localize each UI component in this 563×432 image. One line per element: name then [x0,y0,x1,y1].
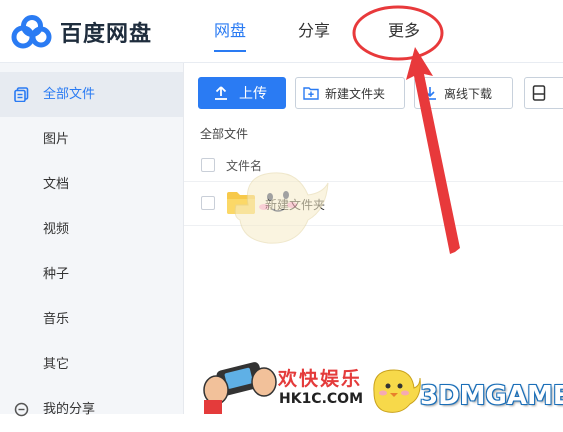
upload-button[interactable]: 上传 [198,77,286,109]
file-name[interactable]: 新建文件夹 [265,196,325,213]
share-icon [14,402,29,417]
upload-icon [215,86,227,100]
file-panel: 上传 新建文件夹 离线下载 全部文件 文件名 新建文件夹 [184,63,563,414]
device-icon [532,85,546,101]
new-folder-button[interactable]: 新建文件夹 [295,77,405,109]
more-tools-button[interactable] [524,77,563,109]
sidebar-item-label: 种子 [43,267,70,282]
watermark-brand: 3DMGAME [420,381,563,411]
table-row[interactable]: 新建文件夹 [184,182,563,226]
main-nav: 网盘 分享 更多 [200,0,434,62]
folder-icon [227,192,255,214]
sidebar-item-torrents[interactable]: 种子 [0,252,183,297]
download-icon [424,87,436,100]
sidebar-item-label: 全部文件 [43,87,96,102]
app-name: 百度网盘 [60,22,153,47]
top-header: 百度网盘 网盘 分享 更多 [0,0,563,63]
app-logo[interactable]: 百度网盘 [10,15,152,49]
new-folder-icon [303,87,319,100]
select-all-checkbox[interactable] [201,158,215,172]
baidu-netdisk-logo-icon [11,15,52,49]
sidebar: 全部文件 图片 文档 视频 种子 音乐 其它 我的分享 [0,63,184,417]
watermark-site-url: HK1C.COM [279,391,364,407]
tab-more[interactable]: 更多 [374,0,434,62]
sidebar-item-all-files[interactable]: 全部文件 [0,72,183,117]
sidebar-item-label: 其它 [43,357,70,372]
sidebar-item-my-shares[interactable]: 我的分享 [0,387,183,432]
tab-share[interactable]: 分享 [284,0,344,62]
sidebar-item-documents[interactable]: 文档 [0,162,183,207]
offline-download-button-label: 离线下载 [444,86,493,101]
tab-netdisk[interactable]: 网盘 [200,0,260,62]
column-header-filename[interactable]: 文件名 [226,157,262,174]
new-folder-button-label: 新建文件夹 [325,86,386,101]
sidebar-item-images[interactable]: 图片 [0,117,183,162]
sidebar-item-label: 音乐 [43,312,70,327]
offline-download-button[interactable]: 离线下载 [414,77,513,109]
sidebar-item-label: 视频 [43,222,70,237]
sidebar-item-videos[interactable]: 视频 [0,207,183,252]
breadcrumb[interactable]: 全部文件 [200,125,248,142]
file-list-header: 文件名 [184,151,563,182]
sidebar-item-music[interactable]: 音乐 [0,297,183,342]
sidebar-item-label: 文档 [43,177,70,192]
watermark-site-name: 欢快娱乐 [278,368,363,390]
sidebar-item-other[interactable]: 其它 [0,342,183,387]
sidebar-item-label: 我的分享 [43,402,96,417]
upload-button-label: 上传 [239,86,267,102]
sidebar-item-label: 图片 [43,132,70,147]
row-checkbox[interactable] [201,196,215,210]
files-icon [14,87,29,102]
